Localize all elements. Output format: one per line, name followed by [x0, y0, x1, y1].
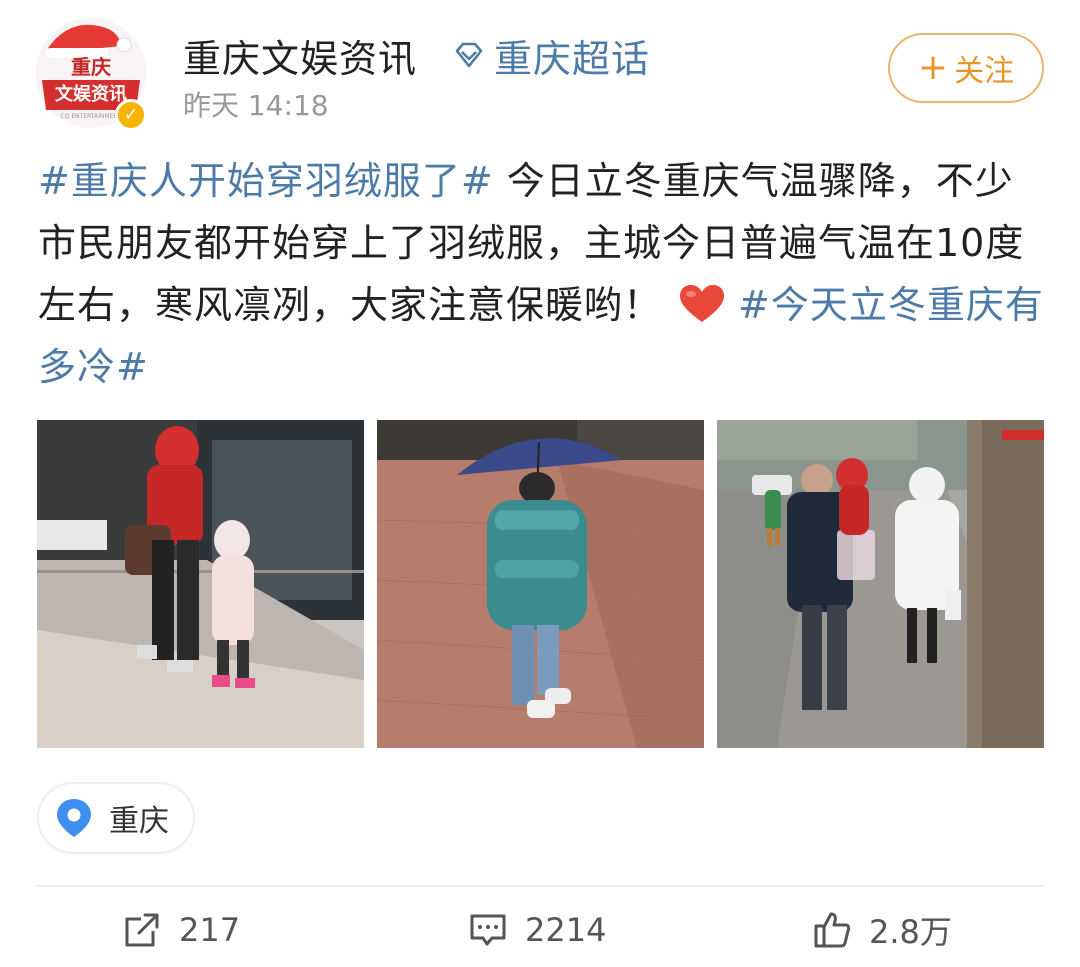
super-topic-label: 重庆超话 [494, 37, 651, 81]
repost-count: 217 [179, 911, 241, 949]
verified-badge-icon: ✓ [115, 99, 147, 131]
heart-icon [680, 285, 725, 322]
photo-2-image [377, 420, 704, 748]
location-label: 重庆 [109, 804, 169, 839]
avatar-text-bottom: 文娱资讯 [55, 83, 127, 105]
comment-count: 2214 [525, 911, 607, 949]
action-bar: 217 2214 2.8万 [0, 898, 1080, 962]
follow-button-label: 关注 [954, 54, 1015, 89]
comment-button[interactable]: 2214 [469, 898, 606, 962]
like-count: 2.8万 [869, 913, 952, 951]
photo-3[interactable] [717, 420, 1044, 748]
like-button[interactable]: 2.8万 [813, 898, 952, 962]
super-topic-link[interactable]: 重庆超话 [452, 28, 650, 83]
post-time: 昨天 14:18 [183, 89, 329, 122]
diamond-icon [455, 42, 483, 67]
avatar-text-top: 重庆 [71, 55, 111, 79]
location-chip[interactable]: 重庆 [37, 782, 195, 854]
divider [37, 885, 1044, 887]
plus-icon: + [917, 47, 949, 88]
repost-icon [125, 913, 159, 947]
photo-1[interactable] [37, 420, 364, 748]
hashtag-link[interactable]: #重庆人开始穿羽绒服了# [38, 159, 494, 203]
avatar-text-small: CQ ENTERTAINMENT [61, 113, 122, 120]
thumbs-up-icon [814, 912, 851, 948]
user-name[interactable]: 重庆文娱资讯 [183, 28, 417, 83]
post-header: 重庆 文娱资讯 CQ ENTERTAINMENT ✓ 重庆文娱资讯 重庆超话 昨… [0, 0, 1080, 140]
repost-button[interactable]: 217 [123, 898, 240, 962]
location-pin-icon [57, 799, 91, 837]
comment-icon [470, 914, 506, 946]
post-text: #重庆人开始穿羽绒服了# 今日立冬重庆气温骤降，不少市民朋友都开始穿上了羽绒服，… [38, 150, 1048, 398]
photo-1-image [37, 420, 364, 748]
photo-2[interactable] [377, 420, 704, 748]
follow-button[interactable]: + 关注 [888, 33, 1044, 103]
photo-3-image [717, 420, 1044, 748]
photo-grid [37, 420, 1044, 748]
